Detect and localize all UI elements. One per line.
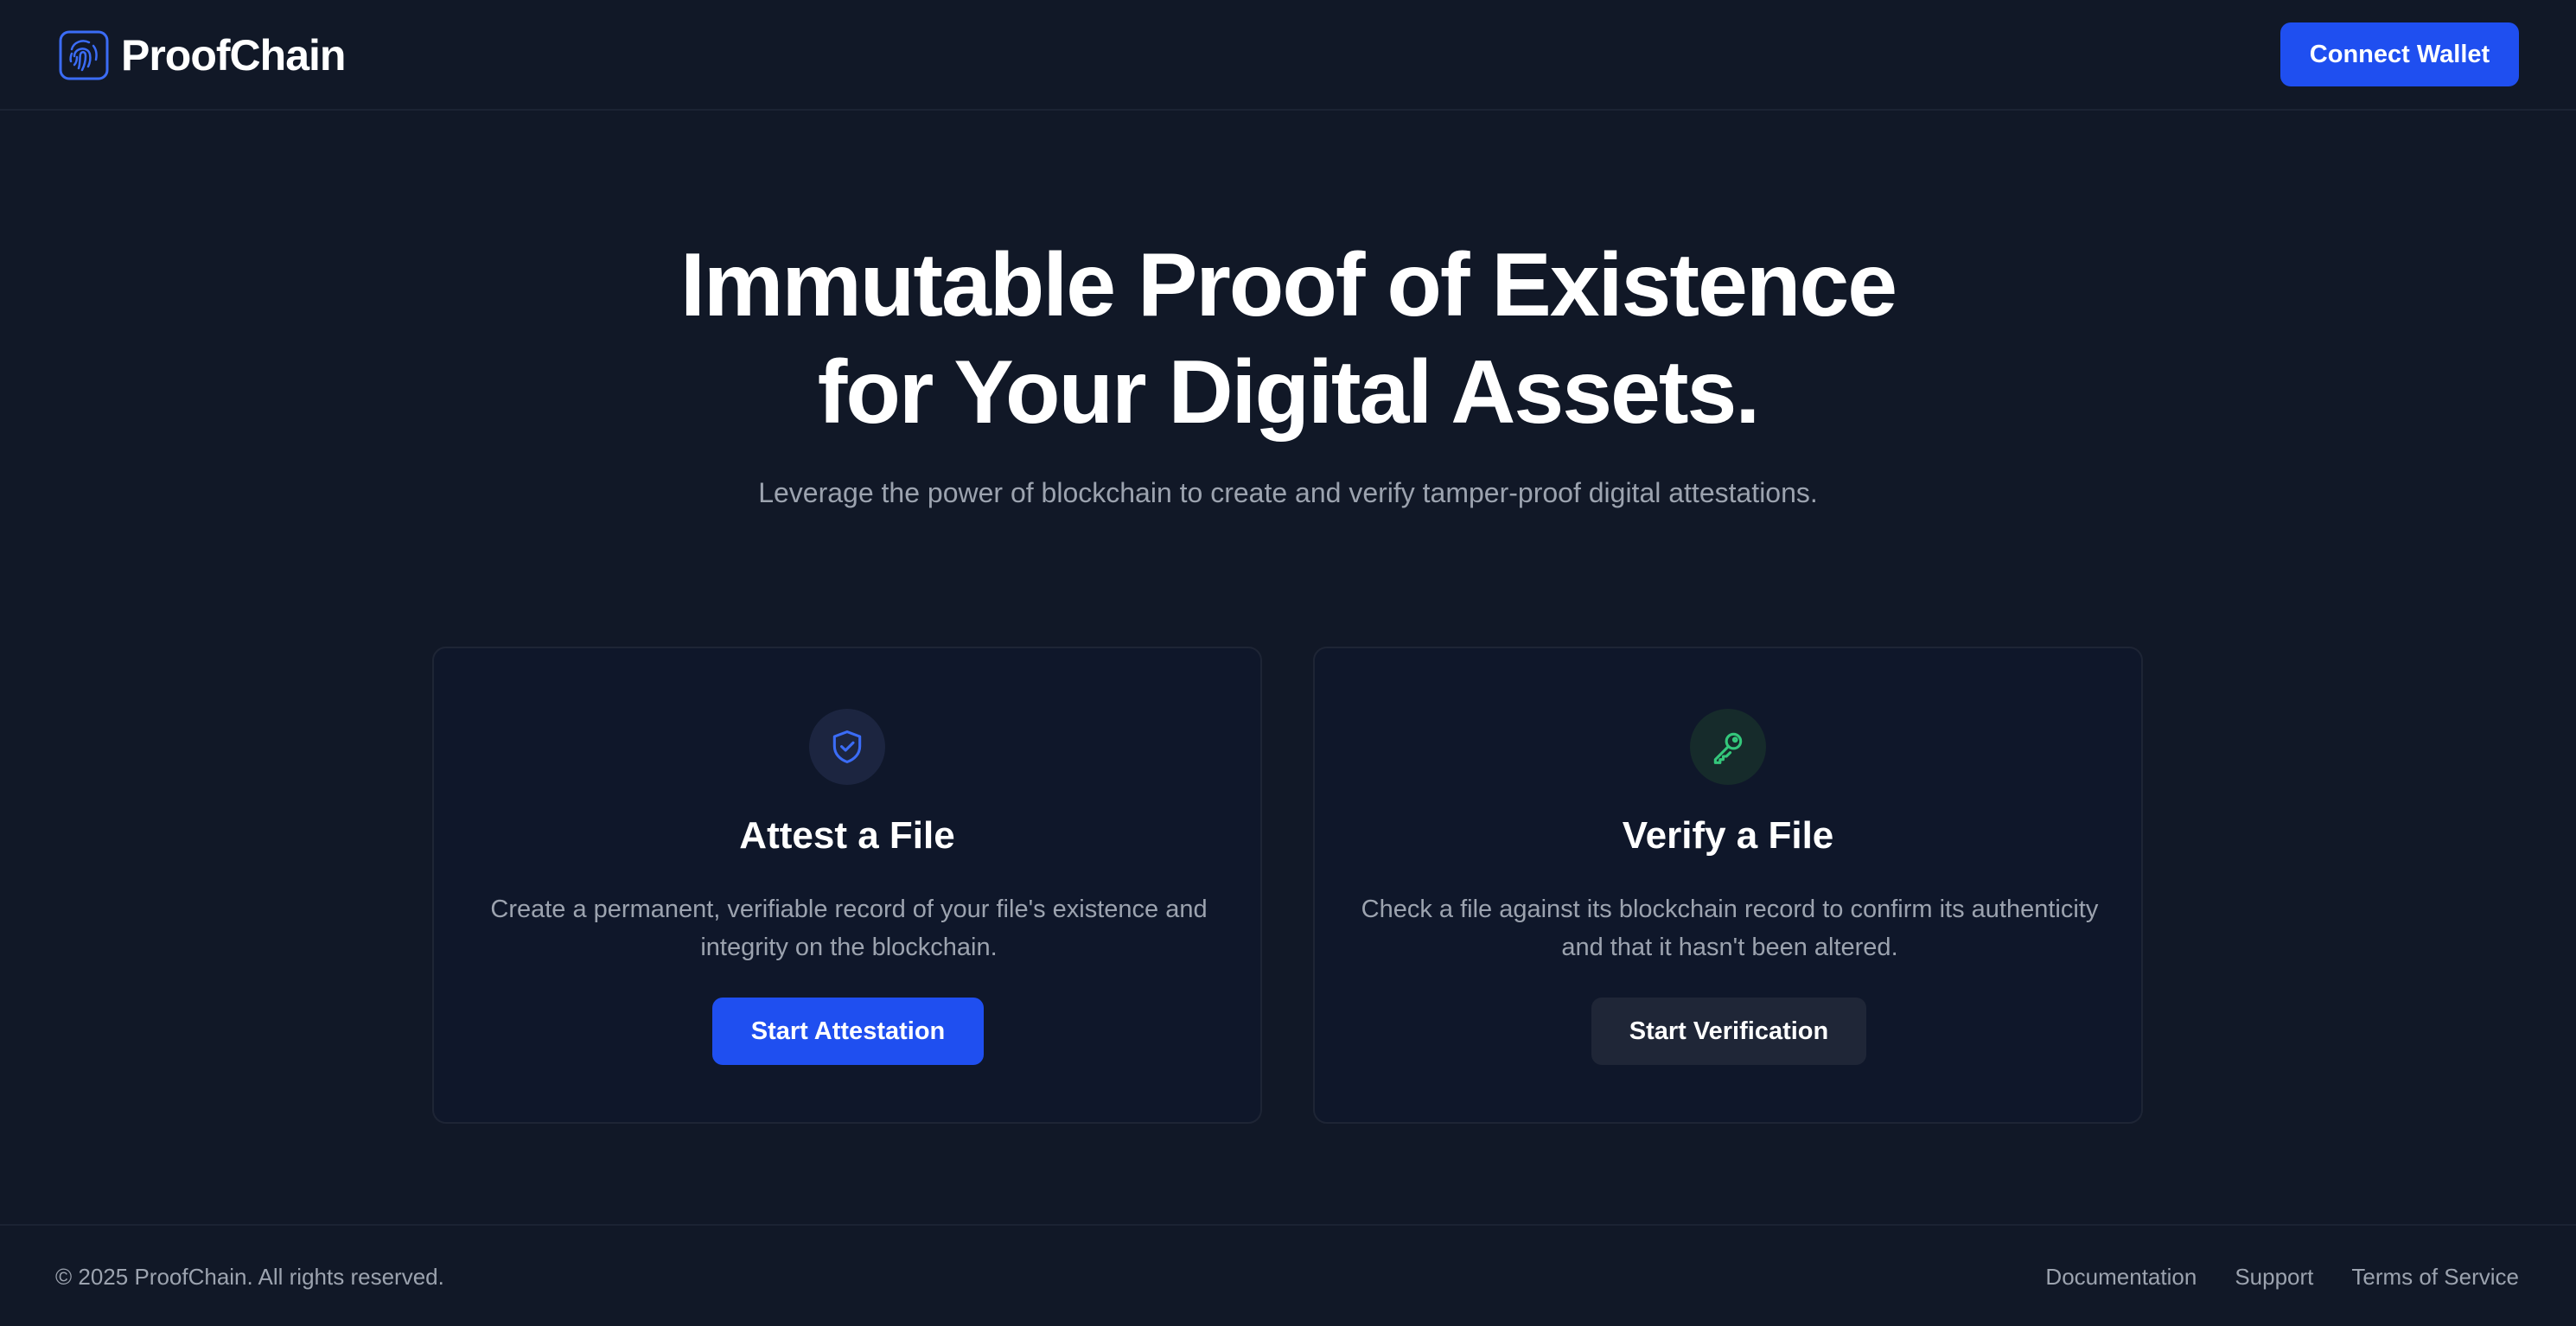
verify-card-title: Verify a File <box>1622 814 1834 857</box>
attest-card-description: Create a permanent, verifiable record of… <box>490 896 1208 961</box>
start-attestation-button[interactable]: Start Attestation <box>712 998 984 1065</box>
fingerprint-icon <box>59 30 109 80</box>
hero-title: Immutable Proof of Existence for Your Di… <box>0 232 2576 446</box>
attest-card-title: Attest a File <box>739 814 955 857</box>
hero-title-line2: for Your Digital Assets. <box>817 342 1761 443</box>
attest-icon-badge <box>809 709 885 785</box>
verify-card: Verify a File Check a file against its b… <box>1313 647 2143 1124</box>
attest-card: Attest a File Create a permanent, verifi… <box>432 647 1262 1124</box>
shield-check-icon <box>832 730 862 763</box>
key-icon <box>1713 732 1743 764</box>
start-verification-button[interactable]: Start Verification <box>1591 998 1866 1065</box>
footer-link-documentation[interactable]: Documentation <box>2045 1264 2197 1291</box>
copyright-text: © 2025 ProofChain. All rights reserved. <box>55 1264 444 1290</box>
footer: © 2025 ProofChain. All rights reserved. … <box>0 1224 2576 1326</box>
brand[interactable]: ProofChain <box>59 28 346 83</box>
hero-title-line1: Immutable Proof of Existence <box>679 235 1897 335</box>
footer-links: Documentation Support Terms of Service <box>2045 1264 2519 1291</box>
verify-card-description: Check a file against its blockchain reco… <box>1361 896 2099 961</box>
footer-link-terms[interactable]: Terms of Service <box>2351 1264 2519 1291</box>
top-nav: ProofChain Connect Wallet <box>0 0 2576 111</box>
footer-link-support[interactable]: Support <box>2235 1264 2313 1291</box>
connect-wallet-button[interactable]: Connect Wallet <box>2280 22 2519 86</box>
hero-subtitle: Leverage the power of blockchain to crea… <box>758 477 1818 508</box>
verify-icon-badge <box>1690 709 1766 785</box>
brand-name: ProofChain <box>121 31 346 80</box>
